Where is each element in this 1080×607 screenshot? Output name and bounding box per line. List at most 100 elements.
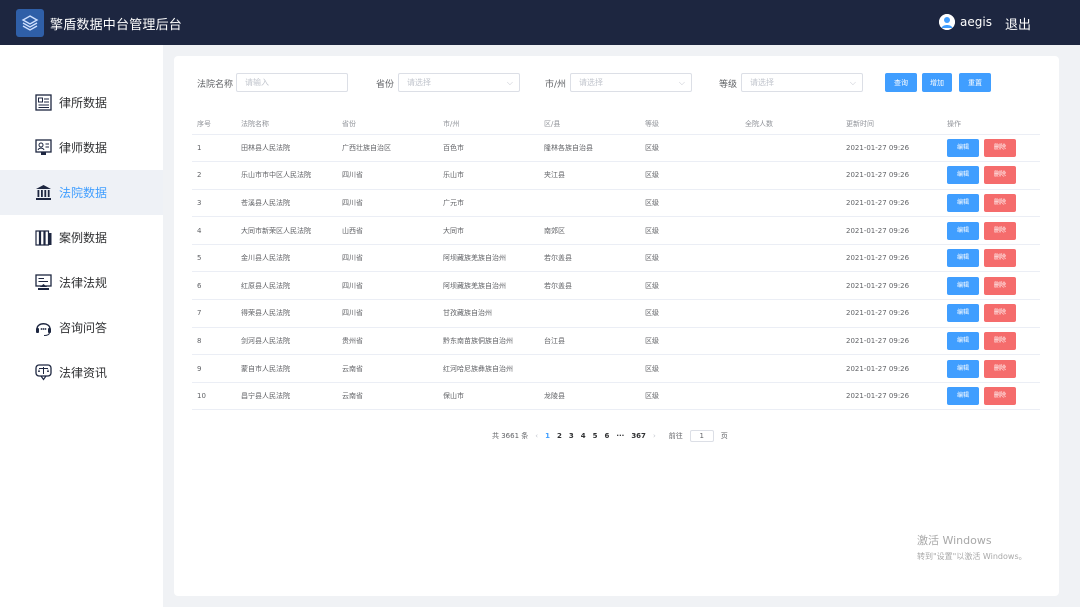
- table-cell: 2021-01-27 09:26: [841, 271, 942, 301]
- table-cell: 得荣县人民法院: [236, 299, 337, 328]
- logout-link[interactable]: 退出: [1005, 14, 1031, 33]
- sidebar-item-news[interactable]: 法律资讯: [0, 350, 163, 395]
- province-placeholder: 请选择: [407, 78, 431, 87]
- table-cell: 区级: [640, 216, 740, 245]
- table-actions-cell: 编辑 删除: [942, 244, 1040, 273]
- table-cell: [740, 382, 841, 411]
- delete-button[interactable]: 删除: [984, 387, 1016, 406]
- page-1[interactable]: 1: [545, 432, 550, 440]
- user-avatar-icon[interactable]: [939, 14, 955, 30]
- sidebar-item-label: 律所数据: [59, 96, 108, 110]
- chevron-down-icon: ⌵: [849, 78, 856, 87]
- regulation-icon: [34, 273, 53, 292]
- add-button[interactable]: 增加: [922, 73, 952, 92]
- table-cell: 隆林各族自治县: [539, 134, 640, 163]
- table-cell: 大同市: [438, 216, 539, 245]
- table-cell: 苍溪县人民法院: [236, 189, 337, 218]
- table-cell: 乐山市: [438, 161, 539, 190]
- goto-page-input[interactable]: 1: [689, 430, 714, 442]
- delete-button[interactable]: 删除: [984, 166, 1016, 185]
- column-header: 市/州: [438, 114, 539, 135]
- table-actions-cell: 编辑 删除: [942, 216, 1040, 245]
- lawyer-icon: [34, 138, 53, 157]
- court-name-input[interactable]: 请输入: [236, 73, 348, 92]
- table-cell: 山西省: [337, 216, 438, 245]
- table-cell: 1: [192, 134, 236, 163]
- watermark-line-2: 转到"设置"以激活 Windows。: [917, 552, 1027, 561]
- sidebar: 律所数据 律师数据 法院数据 案例数据 法律法规 咨询问答 法律资讯: [0, 45, 163, 607]
- table-cell: 区级: [640, 382, 740, 411]
- sidebar-item-lawyer[interactable]: 律师数据: [0, 125, 163, 170]
- table-actions-cell: 编辑 删除: [942, 299, 1040, 328]
- page-3[interactable]: 3: [569, 432, 574, 440]
- reset-button[interactable]: 重置: [959, 73, 991, 92]
- username: aegis: [960, 15, 992, 29]
- table-cell: 6: [192, 271, 236, 301]
- sidebar-item-court[interactable]: 法院数据: [0, 170, 163, 215]
- page-6[interactable]: 6: [604, 432, 609, 440]
- table-cell: 广西壮族自治区: [337, 134, 438, 163]
- table-cell: [740, 161, 841, 190]
- watermark-line-1: 激活 Windows: [917, 534, 992, 547]
- table-cell: [539, 299, 640, 328]
- top-header: 擎盾数据中台管理后台 aegis 退出: [0, 0, 1080, 45]
- delete-button[interactable]: 删除: [984, 331, 1016, 350]
- delete-button[interactable]: 删除: [984, 221, 1016, 240]
- table-cell: 四川省: [337, 161, 438, 190]
- province-select[interactable]: 请选择 ⌵: [398, 73, 520, 92]
- delete-button[interactable]: 删除: [984, 276, 1016, 295]
- table-cell: 四川省: [337, 271, 438, 301]
- table-cell: 黔东南苗族侗族自治州: [438, 327, 539, 356]
- delete-button[interactable]: 删除: [984, 304, 1016, 323]
- delete-button[interactable]: 删除: [984, 138, 1016, 157]
- province-label: 省份: [376, 80, 395, 90]
- query-button[interactable]: 查询: [885, 73, 917, 92]
- prev-page-icon[interactable]: ‹: [535, 432, 538, 440]
- table-cell: 红河哈尼族彝族自治州: [438, 354, 539, 383]
- app-logo-icon[interactable]: [16, 9, 44, 37]
- page-last[interactable]: 367: [631, 432, 646, 440]
- court-icon: [34, 183, 53, 202]
- delete-button[interactable]: 删除: [984, 359, 1016, 378]
- edit-button[interactable]: 编辑: [947, 387, 979, 406]
- table-cell: [740, 216, 841, 245]
- edit-button[interactable]: 编辑: [947, 193, 979, 212]
- delete-button[interactable]: 删除: [984, 193, 1016, 212]
- table-cell: 乐山市市中区人民法院: [236, 161, 337, 190]
- table-cell: 剑河县人民法院: [236, 327, 337, 356]
- city-select[interactable]: 请选择 ⌵: [570, 73, 692, 92]
- sidebar-item-cases[interactable]: 案例数据: [0, 215, 163, 260]
- edit-button[interactable]: 编辑: [947, 138, 979, 157]
- level-select[interactable]: 请选择 ⌵: [741, 73, 863, 92]
- delete-button[interactable]: 删除: [984, 249, 1016, 268]
- table-cell: 云南省: [337, 382, 438, 411]
- sidebar-item-regulations[interactable]: 法律法规: [0, 260, 163, 305]
- table-cell: 2021-01-27 09:26: [841, 382, 942, 411]
- city-placeholder: 请选择: [579, 78, 603, 87]
- table-row: 10 昌宁县人民法院 云南省 保山市 龙陵县 区级 2021-01-27 09:26 编辑 删除: [192, 382, 1040, 411]
- table-row: 7 得荣县人民法院 四川省 甘孜藏族自治州 区级 2021-01-27 09:26 编辑 删除: [192, 299, 1040, 328]
- next-page-icon[interactable]: ›: [653, 432, 656, 440]
- edit-button[interactable]: 编辑: [947, 249, 979, 268]
- page-5[interactable]: 5: [593, 432, 598, 440]
- sidebar-item-consulting[interactable]: 咨询问答: [0, 305, 163, 350]
- edit-button[interactable]: 编辑: [947, 166, 979, 185]
- pagination: 共 3661 条 ‹ 1 2 3 4 5 6 ··· 367 › 前往 1 页: [492, 430, 735, 442]
- sidebar-item-label: 法律资讯: [59, 366, 108, 380]
- scales-icon: [34, 363, 53, 382]
- page-2[interactable]: 2: [557, 432, 562, 440]
- edit-button[interactable]: 编辑: [947, 331, 979, 350]
- edit-button[interactable]: 编辑: [947, 304, 979, 323]
- table-cell: 蒙自市人民法院: [236, 354, 337, 383]
- table-cell: [740, 354, 841, 383]
- more-pages[interactable]: ···: [616, 432, 624, 440]
- page-4[interactable]: 4: [581, 432, 586, 440]
- edit-button[interactable]: 编辑: [947, 221, 979, 240]
- sidebar-item-law-firm[interactable]: 律所数据: [0, 80, 163, 125]
- table-cell: 甘孜藏族自治州: [438, 299, 539, 328]
- edit-button[interactable]: 编辑: [947, 359, 979, 378]
- table-cell: 7: [192, 299, 236, 328]
- table-cell: 台江县: [539, 327, 640, 356]
- sidebar-item-label: 咨询问答: [59, 321, 108, 335]
- edit-button[interactable]: 编辑: [947, 276, 979, 295]
